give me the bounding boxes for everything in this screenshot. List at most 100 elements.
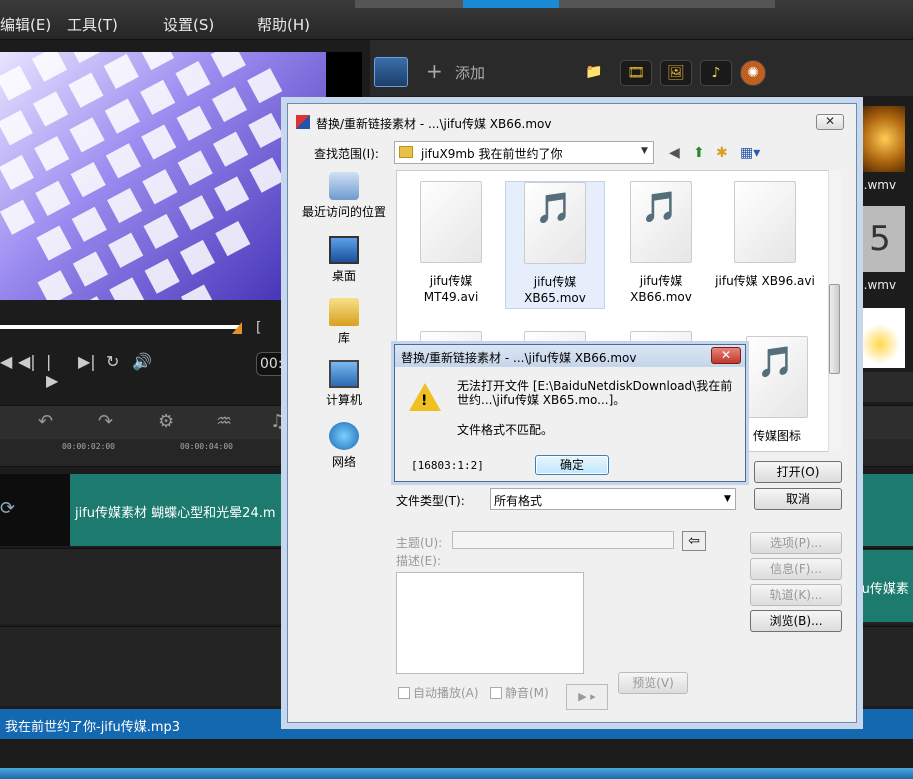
- cancel-button[interactable]: 取消: [754, 488, 842, 510]
- play-preview-icon[interactable]: ▶ ▸: [566, 684, 608, 710]
- active-workspace-tab[interactable]: [463, 0, 559, 8]
- subject-input[interactable]: [452, 531, 674, 549]
- file-type-dropdown[interactable]: 所有格式: [490, 488, 736, 510]
- options-button[interactable]: 选项(P)...: [750, 532, 842, 554]
- add-icon[interactable]: +: [426, 59, 443, 83]
- ruler-tick-label: 00:00:02:00: [62, 442, 115, 451]
- file-item[interactable]: jifu传媒 XB65.mov: [505, 181, 605, 309]
- preview-image: [0, 52, 285, 300]
- close-button[interactable]: ✕: [816, 114, 844, 130]
- checkbox-box: [490, 687, 502, 699]
- overlay-clip[interactable]: fu传媒素: [855, 550, 913, 622]
- place-computer[interactable]: 计算机: [298, 360, 390, 408]
- dialog-title: 替换/重新链接素材 - ...\jifu传媒 XB66.mov: [316, 117, 552, 131]
- close-icon[interactable]: ✕: [711, 347, 741, 364]
- redo-icon[interactable]: ↷: [98, 411, 113, 432]
- file-name: jifu传媒 MT49.avi: [423, 274, 479, 304]
- preview-window: [0, 52, 326, 300]
- file-name: jifu传媒 XB96.avi: [715, 274, 815, 288]
- play-icon[interactable]: ◀: [0, 352, 12, 371]
- folder-icon[interactable]: 📁: [578, 60, 610, 86]
- description-textarea[interactable]: [396, 572, 584, 674]
- undo-icon[interactable]: ↶: [38, 411, 53, 432]
- ok-button[interactable]: 确定: [535, 455, 609, 475]
- auto-music-icon[interactable]: ♫: [270, 411, 286, 432]
- places-bar: 最近访问的位置 桌面 库 计算机 网络: [298, 168, 390, 528]
- info-button[interactable]: 信息(F)...: [750, 558, 842, 580]
- audio-mixer-icon[interactable]: ♒: [216, 411, 232, 432]
- next-frame-icon[interactable]: |▶: [46, 352, 58, 390]
- mute-checkbox[interactable]: 静音(M): [490, 684, 549, 701]
- place-network[interactable]: 网络: [298, 422, 390, 470]
- library-thumbnail-label: 5.wmv: [856, 178, 897, 192]
- scrollbar-thumb[interactable]: [829, 284, 840, 374]
- library-thumbnail[interactable]: [855, 308, 905, 368]
- file-icon: [420, 181, 482, 263]
- record-icon[interactable]: ⚙: [158, 411, 174, 432]
- photo-filter-icon[interactable]: 🖼: [660, 60, 692, 86]
- error-title: 替换/重新链接素材 - ...\jifu传媒 XB66.mov: [401, 351, 637, 365]
- place-label: 最近访问的位置: [301, 205, 386, 219]
- chevron-down-icon[interactable]: ▼: [641, 146, 648, 156]
- folder-icon: [399, 146, 413, 158]
- end-icon[interactable]: ▶|: [78, 352, 96, 371]
- open-button[interactable]: 打开(O): [754, 461, 842, 483]
- up-folder-icon[interactable]: ⬆: [693, 145, 705, 161]
- place-label: 网络: [331, 455, 356, 469]
- subject-label: 主题(U):: [396, 536, 443, 550]
- recent-places-icon: [329, 172, 359, 200]
- tracks-button[interactable]: 轨道(K)...: [750, 584, 842, 606]
- look-in-dropdown[interactable]: jifuX9mb 我在前世约了你: [394, 141, 654, 164]
- library-thumbnail[interactable]: [855, 106, 905, 172]
- new-folder-icon[interactable]: ✱: [716, 145, 728, 161]
- timecode-display[interactable]: 00:: [256, 352, 286, 376]
- status-strip: [0, 768, 913, 779]
- view-menu-icon[interactable]: ▦▾: [740, 145, 760, 161]
- place-label: 桌面: [331, 269, 356, 283]
- libraries-icon: [329, 298, 359, 326]
- prev-frame-icon[interactable]: ◀|: [18, 352, 36, 371]
- file-item[interactable]: jifu传媒 MT49.avi: [401, 181, 501, 305]
- desktop-icon: [329, 236, 359, 264]
- library-thumbnail-label: 2.wmv: [856, 278, 897, 292]
- place-recent[interactable]: 最近访问的位置: [298, 172, 390, 220]
- import-media-icon[interactable]: [374, 57, 408, 87]
- file-name: jifu传媒 XB66.mov: [630, 274, 692, 304]
- reel-icon[interactable]: ✺: [740, 60, 766, 86]
- scrub-bar[interactable]: [0, 325, 240, 329]
- audio-filter-icon[interactable]: ♪: [700, 60, 732, 86]
- mark-in-icon[interactable]: [: [256, 320, 261, 336]
- menu-settings[interactable]: 设置(S): [163, 14, 214, 35]
- menu-tools[interactable]: 工具(T): [67, 14, 118, 35]
- file-type-label: 文件类型(T):: [396, 494, 465, 508]
- media-file-icon: [524, 182, 586, 264]
- add-button[interactable]: 添加: [455, 62, 485, 83]
- volume-icon[interactable]: 🔊: [132, 352, 152, 371]
- menu-help[interactable]: 帮助(H): [257, 14, 310, 35]
- place-libraries[interactable]: 库: [298, 298, 390, 346]
- preview-button[interactable]: 预览(V): [618, 672, 688, 694]
- error-message: 无法打开文件 [E:\BaiduNetdiskDownload\我在前世约...…: [457, 379, 733, 407]
- repeat-icon[interactable]: ↻: [106, 352, 119, 371]
- menu-edit[interactable]: 编辑(E): [0, 14, 51, 35]
- error-dialog: 替换/重新链接素材 - ...\jifu传媒 XB66.mov ✕ ! 无法打开…: [394, 344, 746, 482]
- arrow-left-icon[interactable]: ⇦: [682, 531, 706, 551]
- checkbox-box: [398, 687, 410, 699]
- file-name: 传媒图标: [752, 429, 801, 443]
- file-item[interactable]: jifu传媒 XB66.mov: [611, 181, 711, 305]
- place-desktop[interactable]: 桌面: [298, 236, 390, 284]
- file-name: jifu传媒 XB65.mov: [524, 275, 586, 305]
- library-thumbnail[interactable]: 5: [855, 206, 905, 272]
- library-scrollbar[interactable]: [855, 372, 913, 402]
- look-in-label: 查找范围(I):: [314, 147, 379, 161]
- file-item[interactable]: jifu传媒 XB96.avi: [715, 181, 815, 289]
- track-header[interactable]: ⟳: [0, 474, 70, 546]
- file-icon: [734, 181, 796, 263]
- autoplay-checkbox[interactable]: 自动播放(A): [398, 684, 479, 701]
- error-code: [16803:1:2]: [411, 459, 484, 472]
- video-filter-icon[interactable]: 🎞: [620, 60, 652, 86]
- back-icon[interactable]: ◀: [669, 145, 680, 161]
- scrub-handle[interactable]: [232, 322, 242, 334]
- chevron-down-icon[interactable]: ▼: [724, 494, 731, 504]
- browse-button[interactable]: 浏览(B)...: [750, 610, 842, 632]
